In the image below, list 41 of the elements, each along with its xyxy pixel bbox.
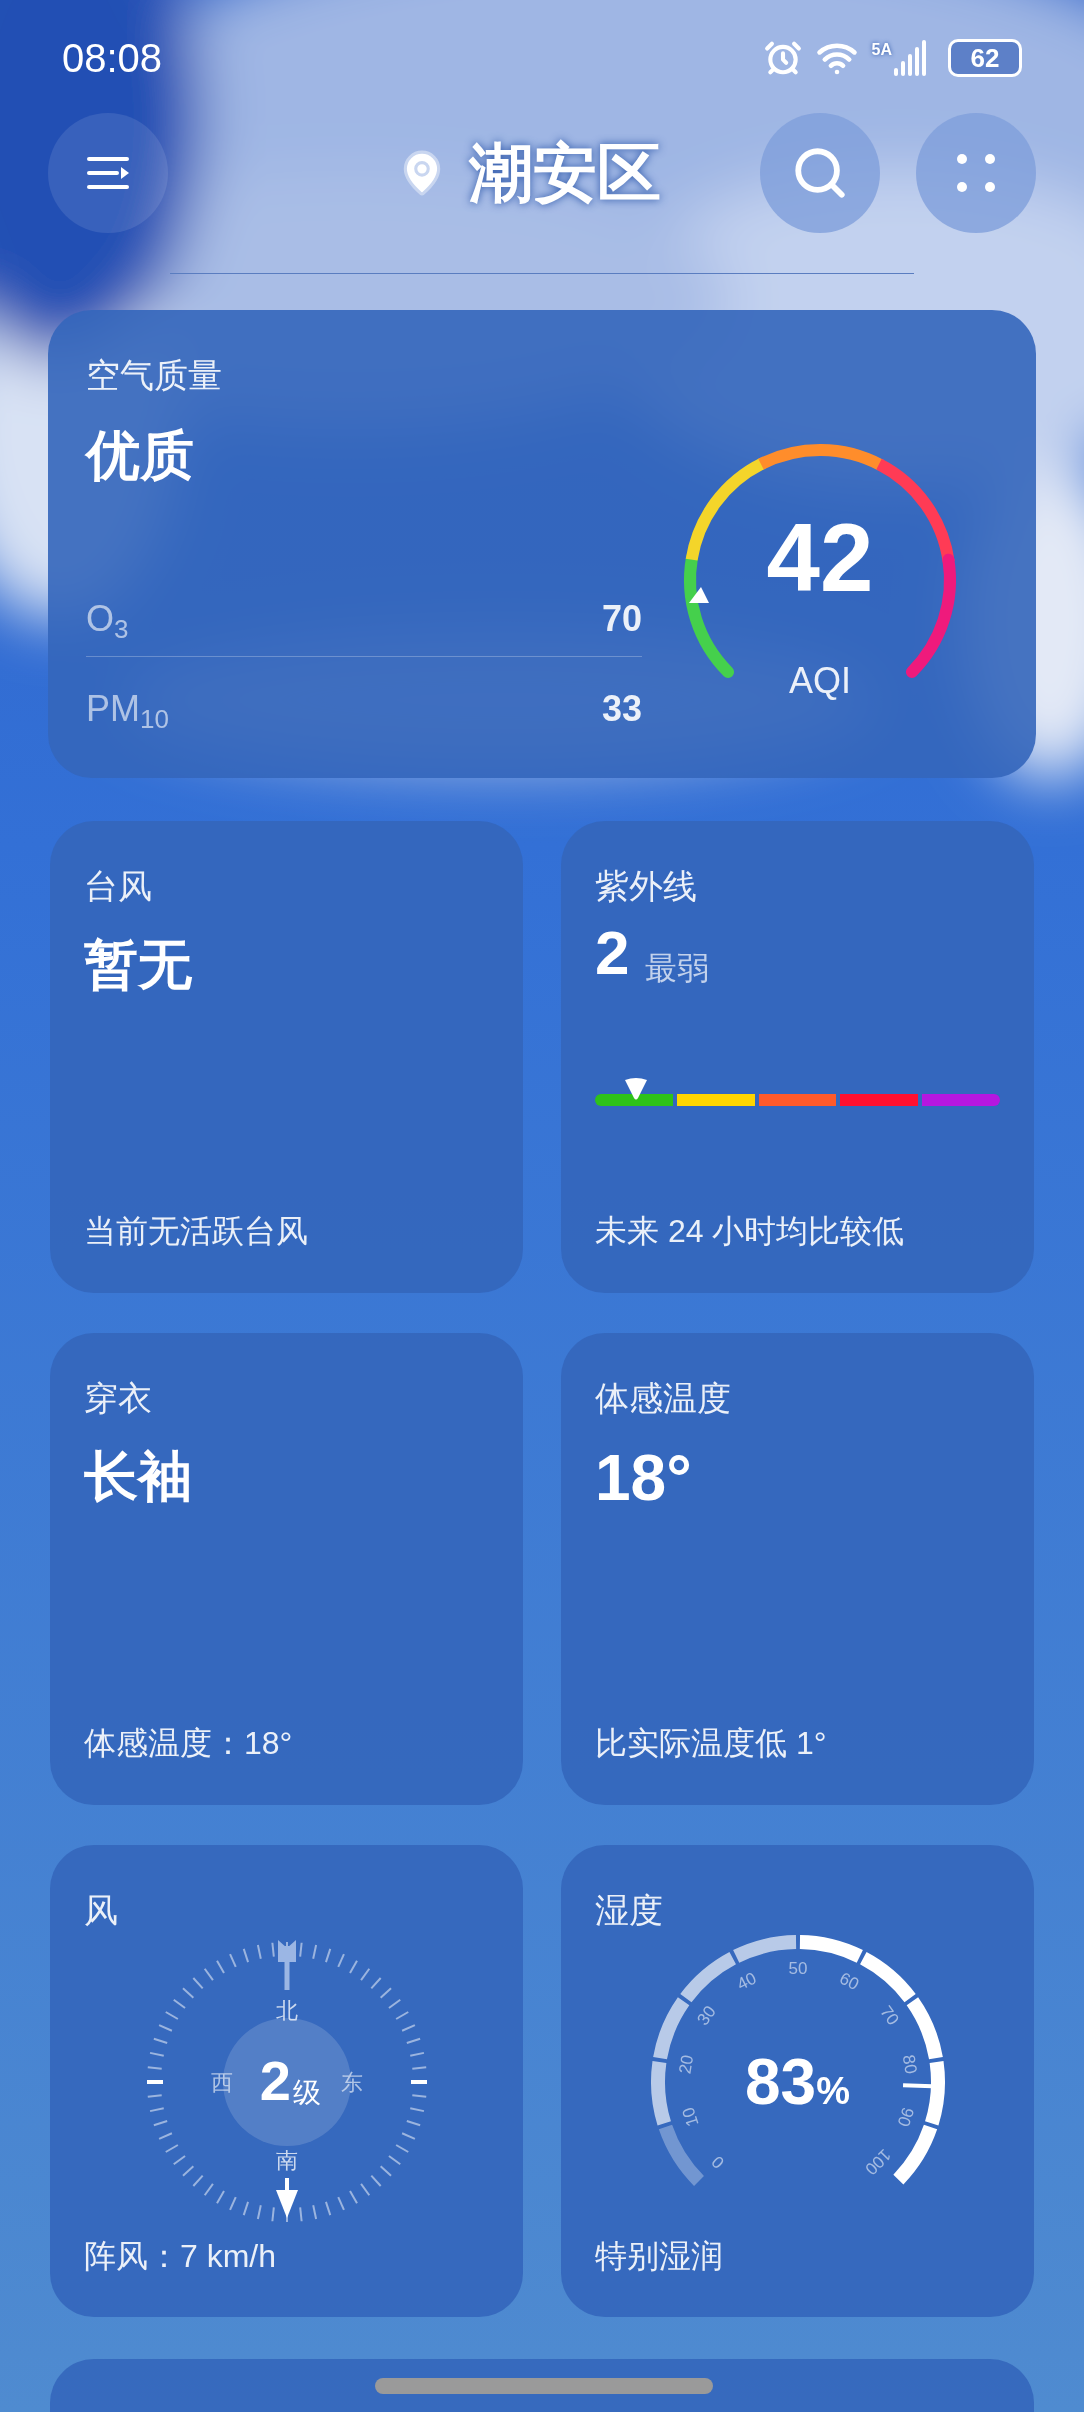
clothing-card[interactable]: 穿衣 长袖 体感温度：18° [50, 1333, 523, 1805]
uv-grade: 最弱 [645, 952, 710, 984]
card-note: 阵风：7 km/h [84, 2237, 278, 2276]
alarm-icon [763, 39, 802, 77]
wind-compass: 北 东 南 西 2级 [136, 1932, 437, 2232]
feels-like-value: 18° [595, 1441, 693, 1516]
card-note: 体感温度：18° [84, 1724, 294, 1763]
card-title: 体感温度 [595, 1378, 732, 1419]
status-time: 08:08 [62, 35, 163, 82]
card-note: 特别湿润 [595, 2237, 724, 2276]
air-quality-card[interactable]: 空气质量 优质 O$_{3}$ 70 PM$_{10}$ 33 42 AQI [48, 310, 1036, 778]
humidity-card[interactable]: 湿度 0 10 20 30 40 50 60 70 80 90 100 83% 特别湿润 [561, 1845, 1034, 2317]
card-note: 比实际温度低 1° [595, 1724, 828, 1763]
typhoon-value: 暂无 [84, 933, 193, 996]
air-quality-value: 优质 [86, 424, 195, 487]
card-note: 未来 24 小时均比较低 [595, 1212, 906, 1251]
pollutant-value: 33 [601, 687, 642, 731]
pollutant-name: O$_{3}$ [86, 597, 129, 646]
uv-card[interactable]: 紫外线 2 最弱 未来 24 小时均比较低 [561, 821, 1034, 1293]
battery-indicator: 62 [948, 39, 1022, 77]
signal-icon [894, 40, 928, 76]
grid-dots-icon [956, 152, 996, 193]
network-label: 5A [871, 42, 892, 58]
pollutant-name: PM$_{10}$ [86, 687, 169, 736]
clothing-value: 长袖 [84, 1445, 193, 1508]
card-title: 穿衣 [84, 1378, 153, 1419]
card-note: 当前无活跃台风 [84, 1212, 309, 1251]
aqi-label: AQI [789, 659, 851, 703]
wind-card[interactable]: 风 北 东 南 西 2级 阵风：7 km/h [50, 1845, 523, 2317]
location-name: 潮安区 [469, 135, 661, 211]
pollutant-value: 70 [601, 597, 642, 641]
feels-like-card[interactable]: 体感温度 18° 比实际温度低 1° [561, 1333, 1034, 1805]
card-title: 紫外线 [595, 866, 698, 907]
humidity-value: 83% [745, 2050, 850, 2114]
typhoon-card[interactable]: 台风 暂无 当前无活跃台风 [50, 821, 523, 1293]
card-title: 空气质量 [86, 355, 223, 396]
aqi-value: 42 [766, 510, 874, 606]
card-title: 湿度 [595, 1890, 664, 1931]
card-title: 台风 [84, 866, 153, 907]
card-title: 风 [84, 1890, 119, 1931]
uv-value: 2 [595, 922, 630, 984]
